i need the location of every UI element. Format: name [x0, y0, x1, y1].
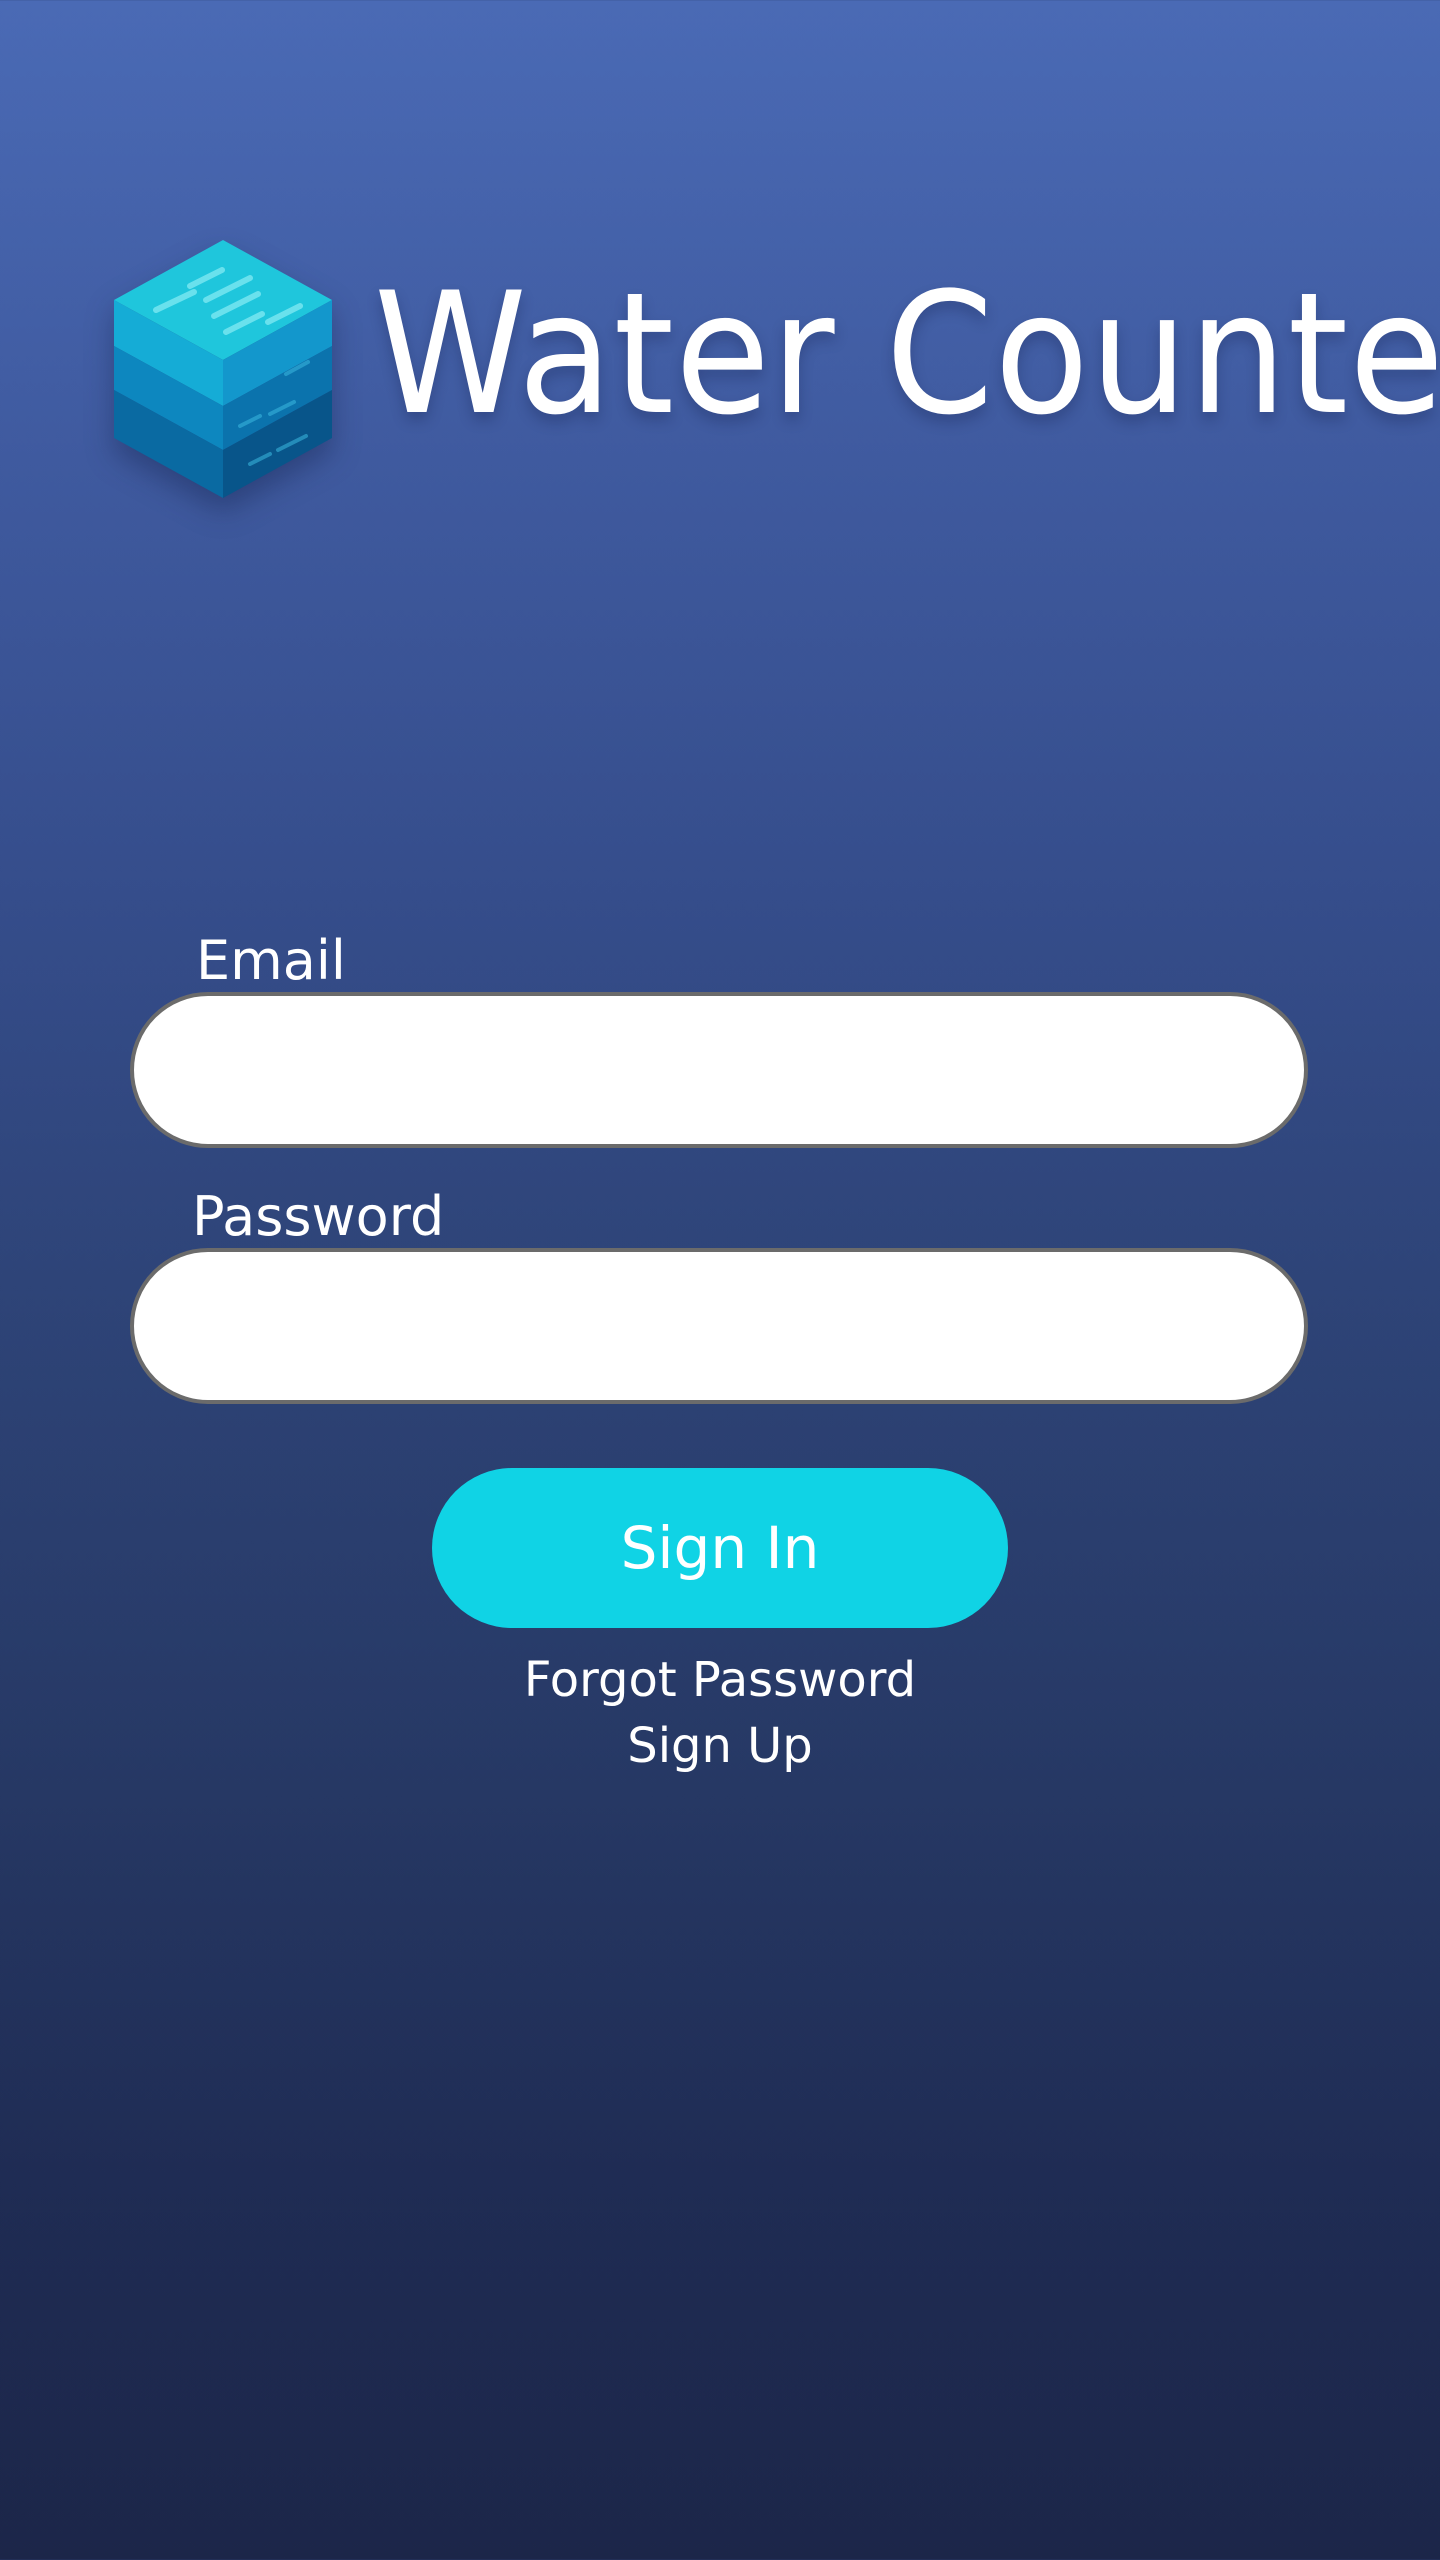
water-cube-icon	[110, 238, 336, 500]
sign-up-link[interactable]: Sign Up	[627, 1722, 813, 1770]
sign-in-button[interactable]: Sign In	[432, 1468, 1008, 1628]
forgot-password-link[interactable]: Forgot Password	[524, 1656, 916, 1704]
email-field[interactable]	[130, 992, 1308, 1148]
app-title: Water Counter	[374, 256, 1440, 452]
forgot-password-link-row: Forgot Password	[0, 1656, 1440, 1704]
email-label: Email	[196, 929, 346, 992]
app-header: Water Counter	[0, 0, 1440, 560]
sign-up-link-row: Sign Up	[0, 1722, 1440, 1770]
password-field[interactable]	[130, 1248, 1308, 1404]
password-label: Password	[192, 1185, 445, 1248]
